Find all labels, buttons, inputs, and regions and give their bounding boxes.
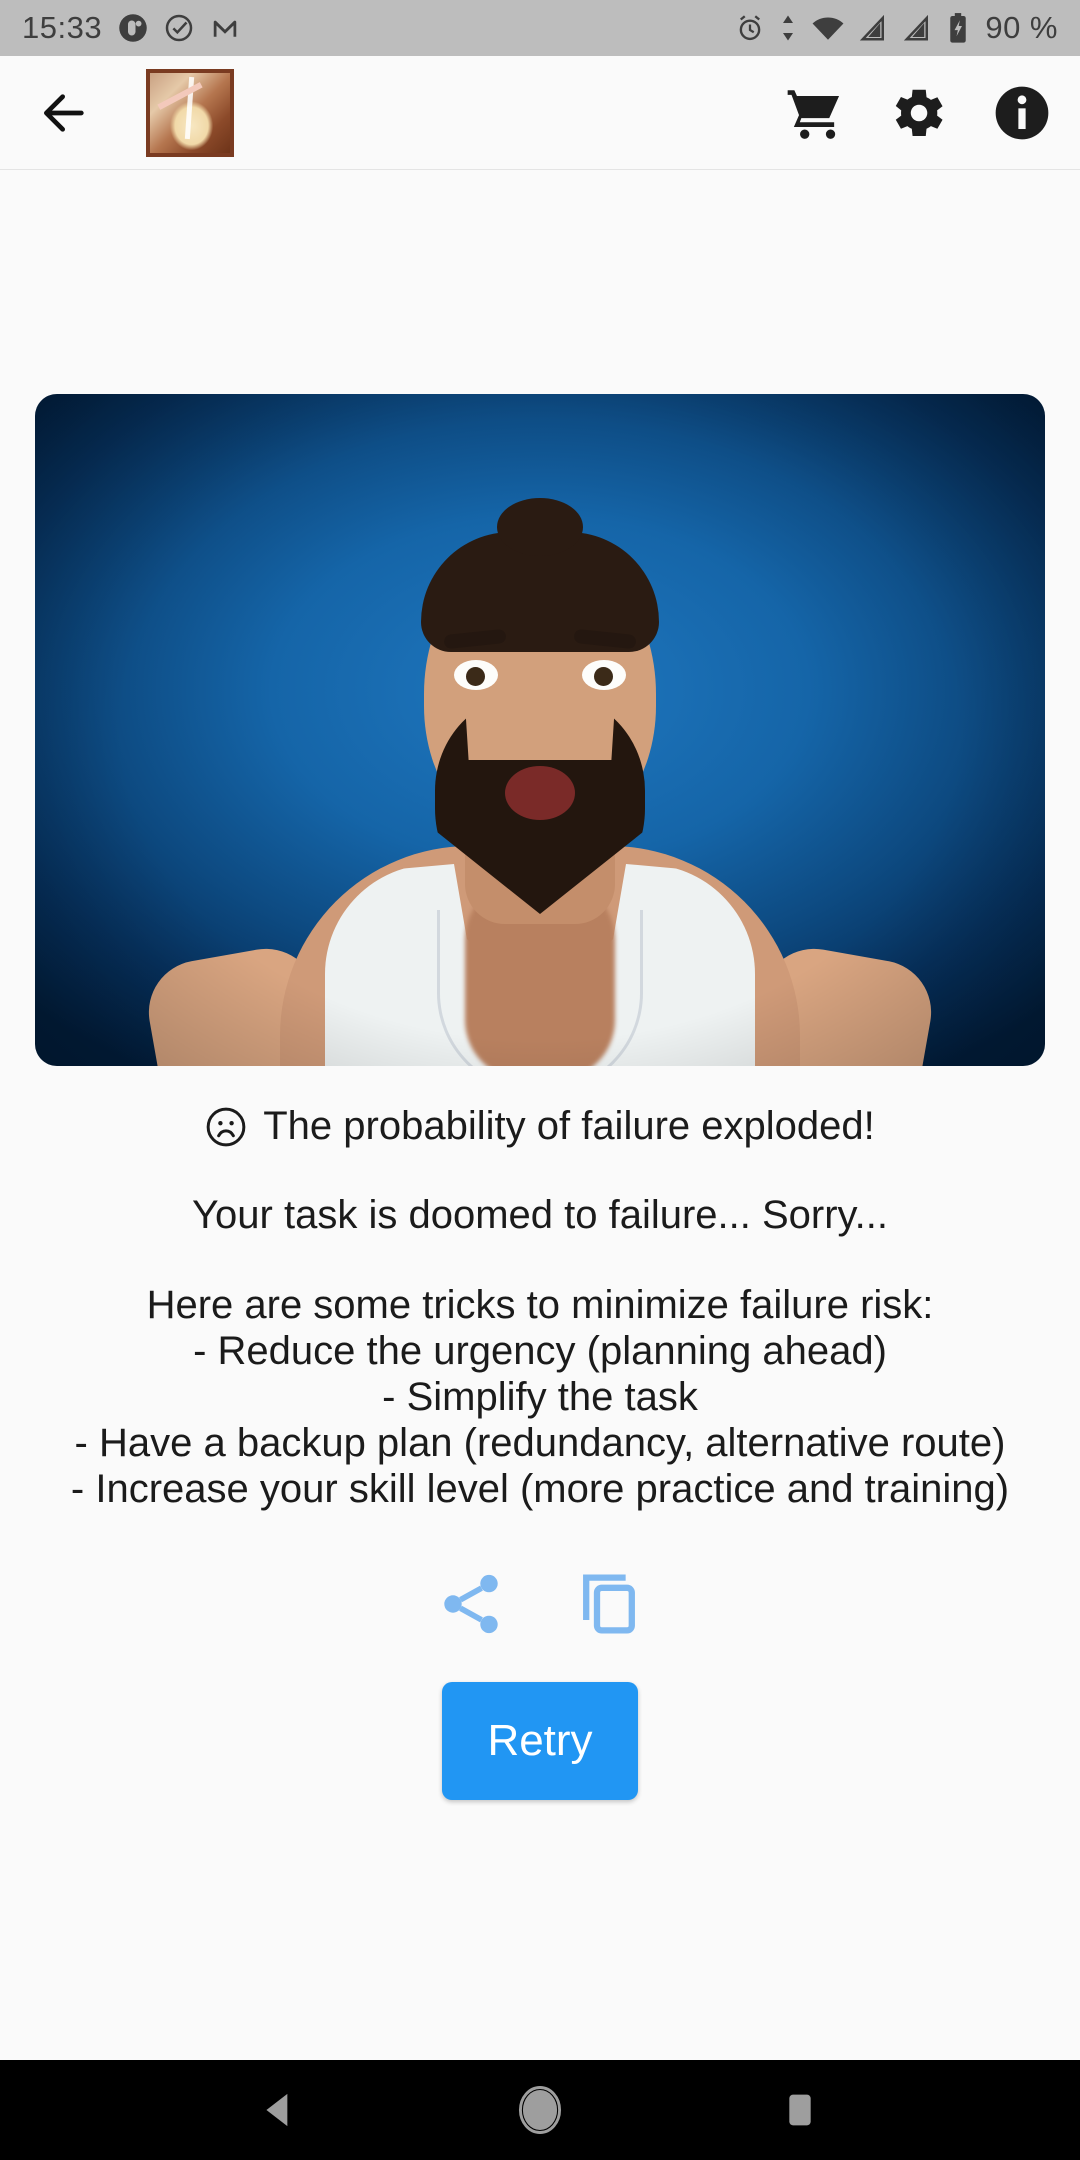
action-icon-row [423, 1556, 657, 1652]
app-bar [0, 56, 1080, 170]
copy-icon[interactable] [561, 1556, 657, 1652]
battery-charging-icon [947, 12, 969, 44]
battery-percent-label: 90 % [985, 10, 1058, 45]
tip-item: - Increase your skill level (more practi… [70, 1467, 1010, 1511]
tip-item: - Simplify the task [382, 1375, 698, 1419]
nav-recents-icon[interactable] [755, 2065, 845, 2155]
tips-title: Here are some tricks to minimize failure… [146, 1283, 934, 1327]
gmail-icon [210, 13, 240, 43]
signal-2-icon [903, 13, 933, 43]
hero-image [35, 394, 1045, 1066]
hero-vignette [35, 394, 1045, 1066]
system-nav-bar [0, 2060, 1080, 2160]
status-bar: 15:33 90 % [0, 0, 1080, 56]
gear-icon[interactable] [886, 81, 950, 145]
info-icon[interactable] [990, 81, 1054, 145]
result-headline: The probability of failure exploded! [263, 1104, 875, 1148]
status-bar-left: 15:33 [22, 10, 240, 46]
data-transfer-icon [779, 13, 797, 43]
share-icon[interactable] [423, 1556, 519, 1652]
tips-block: Here are some tricks to minimize failure… [71, 1282, 1009, 1512]
tip-item: - Reduce the urgency (planning ahead) [193, 1329, 887, 1373]
phone-screen: 15:33 90 % The probability of failure ex… [0, 0, 1080, 2160]
result-headline-row: The probability of failure exploded! [205, 1104, 875, 1149]
result-content: The probability of failure exploded! You… [0, 170, 1080, 2060]
back-arrow-icon[interactable] [34, 82, 96, 144]
check-circle-icon [164, 13, 194, 43]
tip-item: - Have a backup plan (redundancy, altern… [74, 1421, 1006, 1465]
signal-1-icon [859, 13, 889, 43]
result-subtext: Your task is doomed to failure... Sorry.… [192, 1193, 888, 1237]
status-clock: 15:33 [22, 10, 103, 45]
status-bar-right: 90 % [735, 10, 1058, 46]
nav-home-icon[interactable] [495, 2065, 585, 2155]
alarm-icon [735, 13, 765, 43]
app-bar-actions [782, 81, 1054, 145]
app-logo-icon [146, 68, 234, 157]
sad-face-icon [205, 1106, 247, 1148]
app-circle-icon [118, 13, 148, 43]
cart-icon[interactable] [782, 81, 846, 145]
retry-button[interactable]: Retry [442, 1682, 638, 1800]
nav-back-icon[interactable] [235, 2065, 325, 2155]
wifi-icon [811, 13, 845, 43]
